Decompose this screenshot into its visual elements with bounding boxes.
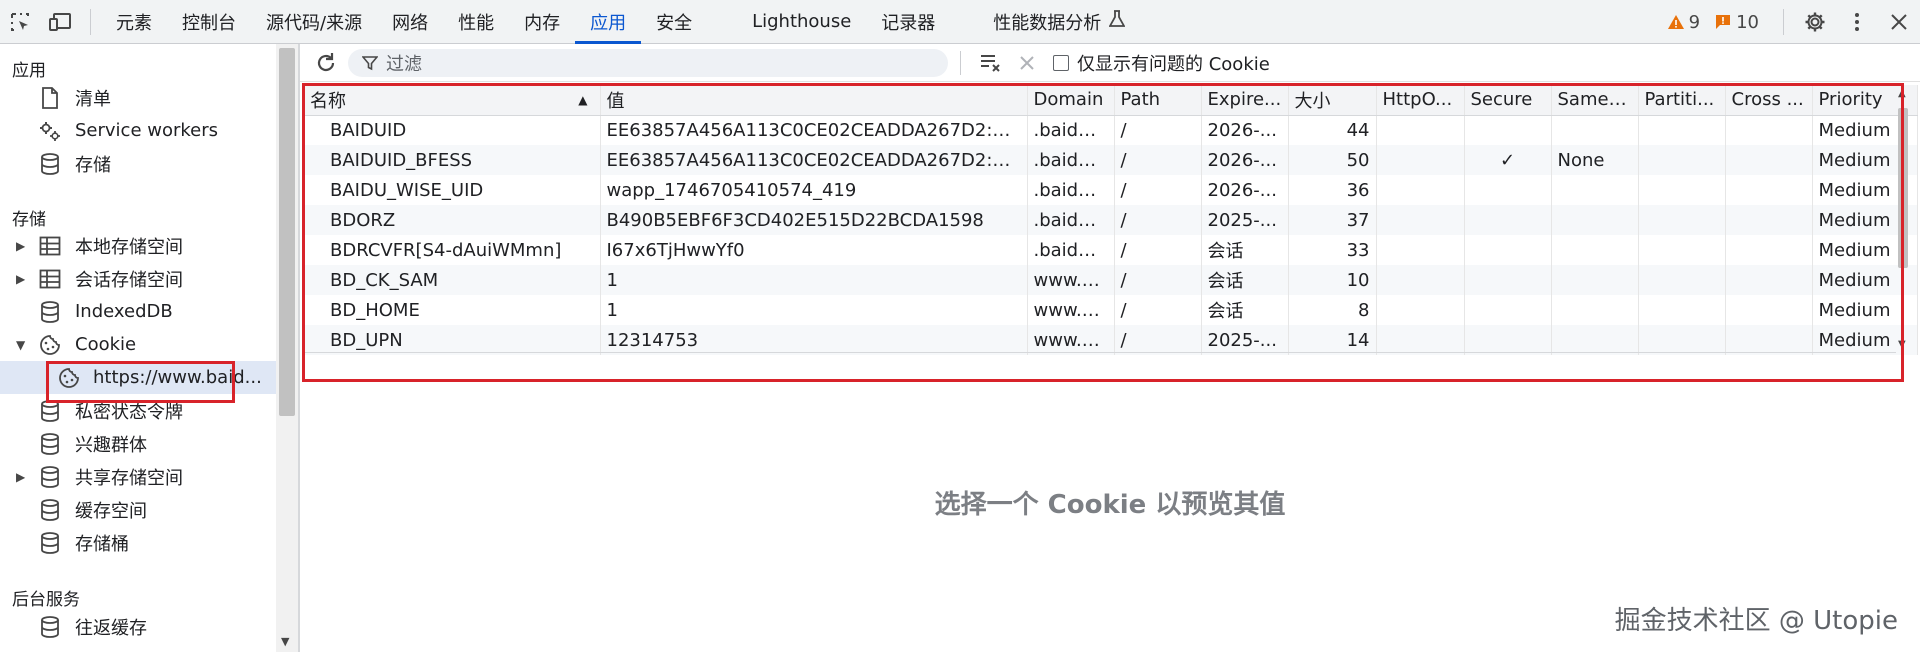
collapse-arrow-icon[interactable]: ▼ — [16, 338, 25, 352]
application-sidebar: 应用 清单 Service workers 存储 存储 ▶ 本地存储空间 ▶ 会… — [0, 44, 300, 652]
table-grid-icon — [38, 234, 62, 258]
refresh-icon[interactable] — [304, 44, 348, 82]
cookie-icon — [38, 333, 62, 357]
filter-input[interactable]: 过滤 — [348, 48, 948, 77]
sidebar-item-cookies[interactable]: ▼ Cookie — [0, 328, 300, 361]
sidebar-scrollbar-thumb[interactable] — [279, 48, 295, 416]
settings-gear-icon[interactable] — [1794, 0, 1836, 44]
sidebar-scrollbar[interactable]: ▼ — [276, 44, 298, 652]
panel-splitter[interactable] — [298, 44, 300, 652]
tab-console[interactable]: 控制台 — [167, 0, 251, 44]
tab-sources[interactable]: 源代码/来源 — [251, 0, 377, 44]
tab-performance[interactable]: 性能 — [443, 0, 509, 44]
issue-flag-icon — [1716, 15, 1731, 29]
tab-security[interactable]: 安全 — [641, 0, 707, 44]
sidebar-item-service-workers[interactable]: Service workers — [0, 114, 300, 147]
highlight-box-cookies-table — [302, 83, 1904, 382]
toolbar-separator — [960, 50, 961, 75]
database-icon — [38, 531, 62, 555]
sidebar-item-local-storage[interactable]: ▶ 本地存储空间 — [0, 229, 300, 262]
sidebar-item-manifest[interactable]: 清单 — [0, 81, 300, 114]
tab-recorder[interactable]: 记录器 — [866, 0, 950, 44]
tab-performance-insights-label: 性能数据分析 — [993, 12, 1102, 34]
gears-icon — [38, 119, 62, 143]
database-icon — [38, 300, 62, 324]
table-grid-icon — [38, 267, 62, 291]
sidebar-item-indexeddb[interactable]: IndexedDB — [0, 295, 300, 328]
section-background-services: 后台服务 — [12, 590, 80, 610]
sidebar-item-label: 清单 — [75, 88, 111, 110]
warnings-badge[interactable]: 9 — [1667, 12, 1700, 33]
sidebar-item-shared-storage[interactable]: ▶ 共享存储空间 — [0, 460, 300, 493]
highlight-box-cookie-origin — [46, 361, 235, 403]
database-icon — [38, 152, 62, 176]
expand-arrow-icon[interactable]: ▶ — [16, 470, 25, 484]
tab-network[interactable]: 网络 — [377, 0, 443, 44]
filter-funnel-icon — [362, 55, 378, 70]
sidebar-item-label: 兴趣群体 — [75, 434, 147, 456]
sidebar-item-storage-overview[interactable]: 存储 — [0, 147, 300, 180]
issues-count: 10 — [1736, 11, 1759, 33]
warnings-count: 9 — [1688, 11, 1701, 33]
toolbar-separator — [90, 8, 91, 35]
sidebar-item-back-forward-cache[interactable]: 往返缓存 — [0, 610, 300, 643]
clear-all-icon[interactable] — [973, 44, 1009, 82]
only-issues-checkbox[interactable]: 仅显示有问题的 Cookie — [1053, 50, 1270, 76]
delete-selected-icon[interactable] — [1009, 44, 1045, 82]
document-icon — [38, 86, 62, 110]
tab-application[interactable]: 应用 — [575, 0, 642, 44]
sidebar-item-cache-storage[interactable]: 缓存空间 — [0, 493, 300, 526]
filter-placeholder: 过滤 — [386, 53, 422, 75]
inspect-element-icon[interactable] — [0, 0, 40, 44]
section-storage: 存储 — [12, 210, 46, 230]
more-options-icon[interactable] — [1836, 0, 1878, 44]
sidebar-item-label: 共享存储空间 — [75, 467, 183, 489]
sidebar-item-interest-groups[interactable]: 兴趣群体 — [0, 427, 300, 460]
sidebar-item-storage-buckets[interactable]: 存储桶 — [0, 526, 300, 559]
tab-lighthouse[interactable]: Lighthouse — [737, 0, 866, 44]
cookies-toolbar: 过滤 仅显示有问题的 Cookie — [300, 44, 1920, 82]
sidebar-item-label: Cookie — [75, 334, 137, 355]
tab-performance-insights[interactable]: 性能数据分析 — [978, 0, 1140, 44]
sidebar-item-label: 存储桶 — [75, 533, 129, 555]
sidebar-item-label: IndexedDB — [75, 301, 173, 322]
database-icon — [38, 432, 62, 456]
issues-badge[interactable]: 10 — [1714, 12, 1759, 33]
section-application: 应用 — [12, 61, 46, 81]
tab-memory[interactable]: 内存 — [509, 0, 575, 44]
expand-arrow-icon[interactable]: ▶ — [16, 239, 25, 253]
sidebar-item-label: 会话存储空间 — [75, 269, 183, 291]
sidebar-item-label: 本地存储空间 — [75, 236, 183, 258]
sidebar-item-label: 缓存空间 — [75, 500, 147, 522]
sidebar-item-session-storage[interactable]: ▶ 会话存储空间 — [0, 262, 300, 295]
flask-icon — [1108, 10, 1126, 33]
device-toolbar-icon[interactable] — [40, 0, 80, 44]
sidebar-item-label: 存储 — [75, 154, 111, 176]
database-icon — [38, 498, 62, 522]
database-icon — [38, 465, 62, 489]
checkbox-box[interactable] — [1053, 54, 1069, 71]
toolbar-separator — [1783, 9, 1784, 35]
watermark: 掘金技术社区 @ Utopie — [1614, 606, 1898, 636]
cookie-preview-placeholder: 选择一个 Cookie 以预览其值 — [934, 490, 1286, 520]
devtools-tab-bar: 元素 控制台 源代码/来源 网络 性能 内存 应用 安全 Lighthouse … — [0, 0, 1920, 44]
sidebar-item-label: Service workers — [75, 120, 219, 141]
close-devtools-icon[interactable] — [1878, 0, 1920, 44]
warning-icon — [1667, 15, 1684, 29]
tab-elements[interactable]: 元素 — [101, 0, 167, 44]
sidebar-item-label: 往返缓存 — [75, 617, 147, 639]
expand-arrow-icon[interactable]: ▶ — [16, 272, 25, 286]
only-issues-label: 仅显示有问题的 Cookie — [1077, 53, 1270, 75]
database-icon — [38, 615, 62, 639]
scroll-down-arrow-icon[interactable]: ▼ — [281, 635, 289, 648]
